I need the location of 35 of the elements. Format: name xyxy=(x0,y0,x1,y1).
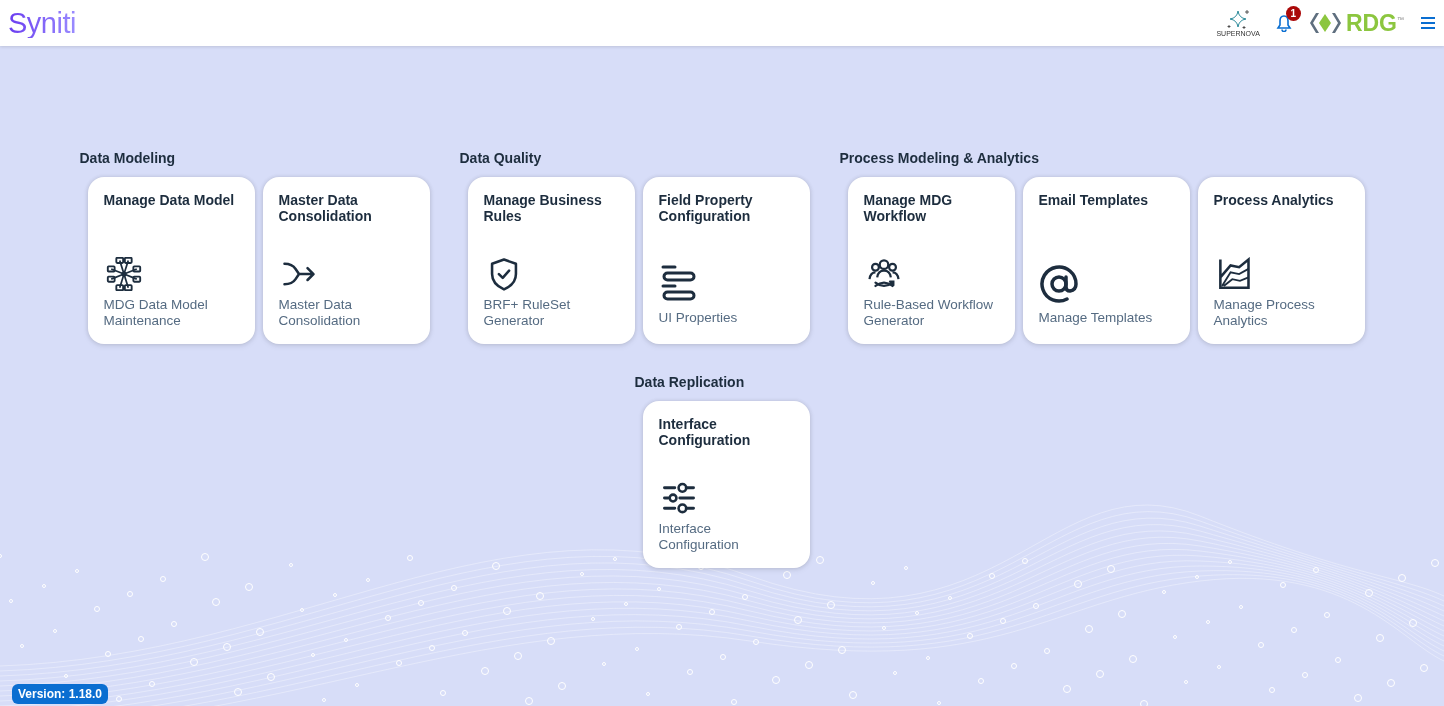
sparkle-icon[interactable] xyxy=(1225,8,1252,30)
tile-title: Interface Configuration xyxy=(658,416,752,450)
tile-title: Email Templates xyxy=(1038,192,1149,210)
app-tile[interactable]: Manage Data Model MDG Data Model Maintenance xyxy=(87,177,255,344)
logo: Syniti xyxy=(8,8,76,38)
group-heading: Data Quality xyxy=(459,150,543,166)
tile-subtitle: Rule-Based Workflow Generator xyxy=(863,297,995,329)
notification-count: 1 xyxy=(1285,6,1301,21)
app-tile[interactable]: Interface Configuration Interface Configuration xyxy=(642,401,810,568)
tile-subtitle: MDG Data Model Maintenance xyxy=(103,297,209,329)
tile-subtitle: UI Properties xyxy=(658,310,739,326)
app-tile[interactable]: Manage Business Rules BRF+ RuleSet Generator xyxy=(467,177,635,344)
tile-title: Manage MDG Workflow xyxy=(863,192,954,226)
tile-subtitle: Manage Process Analytics xyxy=(1213,297,1316,329)
app-tile[interactable]: Email Templates Manage Templates xyxy=(1022,177,1190,344)
tile-title: Master Data Consolidation xyxy=(278,192,373,226)
tile-title: Process Analytics xyxy=(1213,192,1335,210)
menu-icon[interactable] xyxy=(1420,16,1436,30)
tile-subtitle: BRF+ RuleSet Generator xyxy=(483,297,572,329)
app-tile[interactable]: Master Data Consolidation Master Data Consolidation xyxy=(262,177,430,344)
group-heading: Process Modeling & Analytics xyxy=(839,150,1040,166)
app-tile[interactable]: Process Analytics Manage Process Analytics xyxy=(1197,177,1365,344)
tile-title: Manage Business Rules xyxy=(483,192,603,226)
at-sign-icon xyxy=(1038,264,1079,304)
group-heading: Data Modeling xyxy=(79,150,177,166)
app-tile[interactable]: Field Property Configuration UI Properties xyxy=(642,177,810,344)
tile-title: Manage Data Model xyxy=(103,192,236,210)
version-label: Version: 1.18.0 xyxy=(12,684,109,704)
bell-icon[interactable] xyxy=(1275,14,1292,32)
app-tile[interactable]: Manage MDG Workflow Rule-Based Workflow Generator xyxy=(847,177,1015,344)
tile-title: Field Property Configuration xyxy=(658,192,754,226)
group-heading: Data Replication xyxy=(634,374,746,390)
tile-subtitle: Manage Templates xyxy=(1038,310,1154,326)
tile-subtitle: Interface Configuration xyxy=(658,521,740,553)
tile-subtitle: Master Data Consolidation xyxy=(278,297,362,329)
